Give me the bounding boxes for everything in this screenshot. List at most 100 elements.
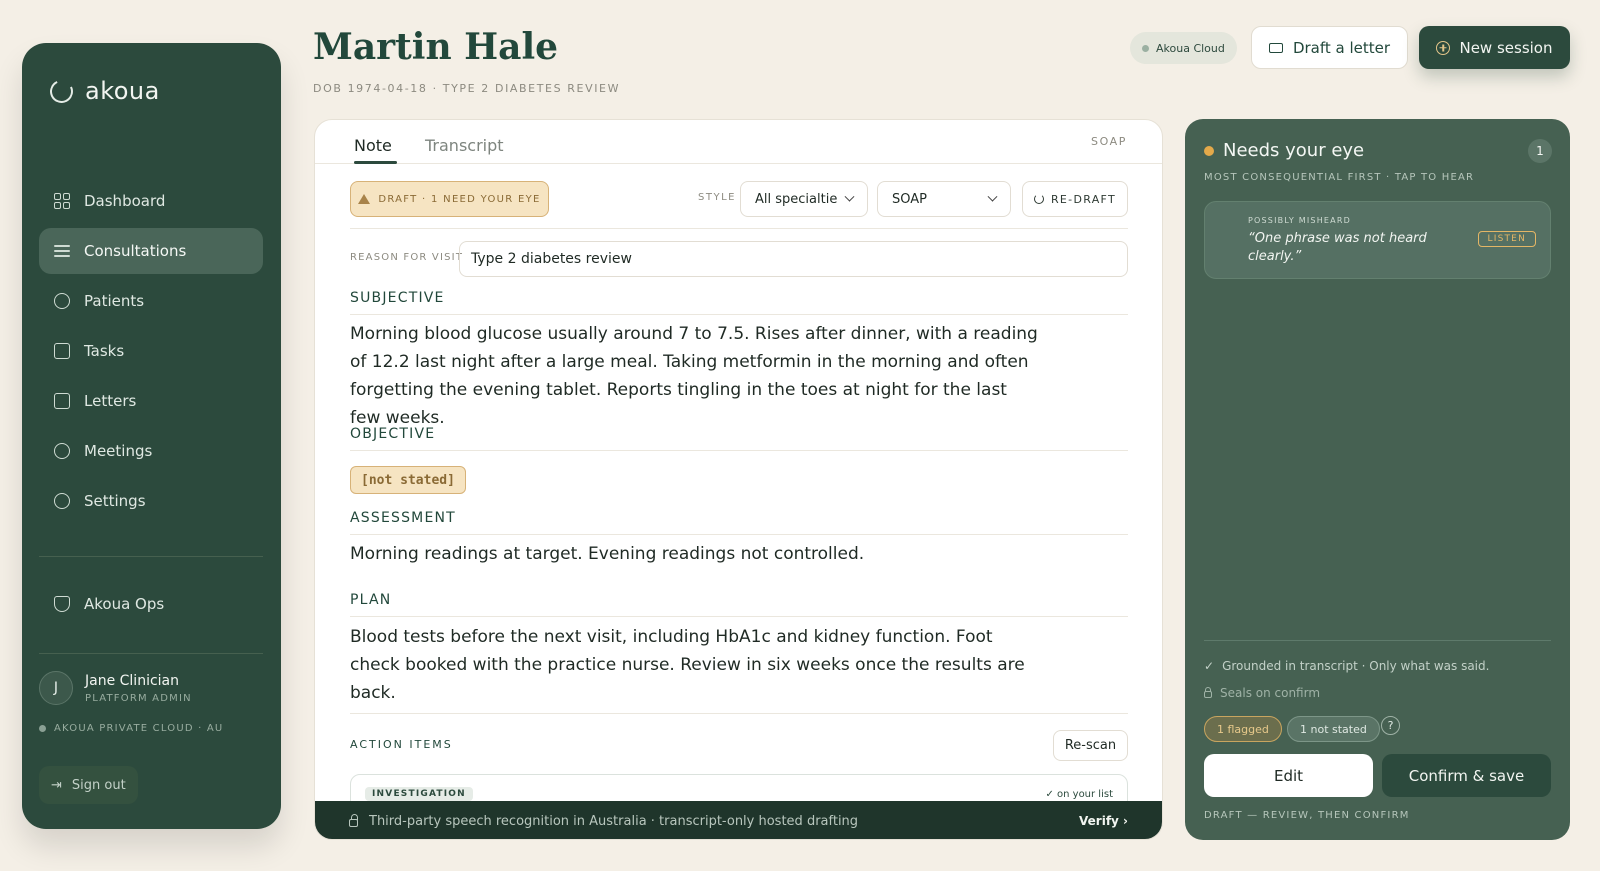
seals-note: Seals on confirm <box>1204 686 1320 700</box>
review-title: Needs your eye <box>1223 140 1365 161</box>
action-item-status: ✓ on your list <box>1045 789 1113 800</box>
privacy-footer: Third-party speech recognition in Austra… <box>315 801 1162 839</box>
new-session-label: New session <box>1459 38 1553 57</box>
cloud-dot-icon <box>1142 44 1149 52</box>
sign-out-button[interactable]: ⇥ Sign out <box>39 766 138 804</box>
cloud-status-label: AKOUA PRIVATE CLOUD · AU <box>54 723 224 734</box>
sidebar-nav: Dashboard Consultations Patients Tasks L… <box>39 178 263 528</box>
sidebar-item-akoua-ops[interactable]: Akoua Ops <box>54 595 164 613</box>
review-panel: Needs your eye 1 MOST CONSEQUENTIAL FIRS… <box>1185 119 1570 840</box>
review-count-badge: 1 <box>1528 139 1552 163</box>
assessment-heading: ASSESSMENT <box>350 510 456 526</box>
user-profile[interactable]: J Jane Clinician PLATFORM ADMIN <box>39 671 192 705</box>
not-stated-flag[interactable]: [not stated] <box>350 466 466 494</box>
subjective-heading: SUBJECTIVE <box>350 290 445 306</box>
subjective-text[interactable]: Morning blood glucose usually around 7 t… <box>350 320 1040 432</box>
attention-dot-icon <box>1204 146 1214 156</box>
flagged-chip[interactable]: 1 flagged <box>1204 716 1282 742</box>
new-session-button[interactable]: New session <box>1419 26 1570 69</box>
draft-letter-label: Draft a letter <box>1292 38 1391 57</box>
verify-link[interactable]: Verify › <box>1079 814 1128 828</box>
plan-heading: PLAN <box>350 592 392 608</box>
cloud-status: AKOUA PRIVATE CLOUD · AU <box>39 723 223 734</box>
assessment-text[interactable]: Morning readings at target. Evening read… <box>350 540 1040 568</box>
sidebar-item-label: Akoua Ops <box>84 595 165 613</box>
misheard-label: POSSIBLY MISHEARD <box>1248 216 1351 225</box>
sidebar-item-label: Meetings <box>84 442 153 460</box>
objective-heading: OBJECTIVE <box>350 426 436 442</box>
sidebar: akoua Dashboard Consultations Patients T… <box>22 43 281 829</box>
divider <box>350 616 1128 617</box>
sidebar-item-settings[interactable]: Settings <box>39 478 263 524</box>
misheard-quote: “One phrase was not heard clearly.” <box>1248 231 1427 264</box>
divider <box>350 534 1128 535</box>
check-icon: ✓ <box>1204 659 1215 673</box>
specialty-select[interactable]: All specialtie <box>740 181 868 217</box>
redraft-label: RE-DRAFT <box>1050 192 1116 206</box>
avatar: J <box>39 671 73 705</box>
shield-icon <box>54 596 70 612</box>
not-stated-chip[interactable]: 1 not stated <box>1287 716 1380 742</box>
user-name: Jane Clinician <box>85 672 180 689</box>
lock-icon <box>1204 687 1212 698</box>
edit-button[interactable]: Edit <box>1204 754 1373 797</box>
mail-icon <box>1268 42 1283 53</box>
plan-text[interactable]: Blood tests before the next visit, inclu… <box>350 623 1040 707</box>
users-icon <box>54 293 70 309</box>
divider <box>350 314 1128 315</box>
sidebar-divider <box>39 653 263 654</box>
divider <box>350 228 1128 229</box>
tab-transcript[interactable]: Transcript <box>425 136 504 155</box>
format-tag: SOAP <box>1090 135 1127 148</box>
confirm-save-button[interactable]: Confirm & save <box>1382 754 1551 797</box>
format-select[interactable]: SOAP <box>877 181 1011 217</box>
divider <box>1204 640 1551 641</box>
seals-text: Seals on confirm <box>1220 686 1321 700</box>
sidebar-divider <box>39 556 263 557</box>
plus-circle-icon <box>1436 40 1451 55</box>
listen-button[interactable]: LISTEN <box>1477 231 1536 247</box>
review-footer: DRAFT — REVIEW, THEN CONFIRM <box>1204 810 1410 821</box>
cloud-pill: Akoua Cloud <box>1130 32 1237 64</box>
sidebar-item-patients[interactable]: Patients <box>39 278 263 324</box>
privacy-footer-text: Third-party speech recognition in Austra… <box>369 813 859 829</box>
reason-for-visit-input[interactable]: Type 2 diabetes review <box>459 241 1128 277</box>
redraft-button[interactable]: RE-DRAFT <box>1022 181 1128 217</box>
action-item-tag: INVESTIGATION <box>365 787 473 801</box>
reason-label: REASON FOR VISIT <box>350 252 464 263</box>
sidebar-item-tasks[interactable]: Tasks <box>39 328 263 374</box>
sidebar-item-dashboard[interactable]: Dashboard <box>39 178 263 224</box>
app-logo[interactable]: akoua <box>46 76 160 106</box>
checkbox-icon <box>54 343 70 359</box>
sidebar-item-label: Settings <box>84 492 146 510</box>
list-icon <box>54 243 70 259</box>
misheard-item-card[interactable]: POSSIBLY MISHEARD “One phrase was not he… <box>1204 201 1551 279</box>
note-panel: Note Transcript SOAP DRAFT · 1 NEED YOUR… <box>314 119 1163 840</box>
help-icon[interactable]: ? <box>1381 716 1400 735</box>
gear-icon <box>54 493 70 509</box>
app-name: akoua <box>85 77 160 105</box>
draft-status-badge[interactable]: DRAFT · 1 NEED YOUR EYE <box>350 181 549 217</box>
format-select-value: SOAP <box>892 191 927 207</box>
chevron-down-icon <box>844 191 855 202</box>
sidebar-item-meetings[interactable]: Meetings <box>39 428 263 474</box>
tab-note[interactable]: Note <box>354 136 392 155</box>
review-subtitle: MOST CONSEQUENTIAL FIRST · TAP TO HEAR <box>1204 172 1475 183</box>
sidebar-item-label: Tasks <box>84 342 125 360</box>
sidebar-item-label: Letters <box>84 392 137 410</box>
lock-icon <box>349 814 358 827</box>
divider <box>350 713 1128 714</box>
rescan-button[interactable]: Re-scan <box>1053 730 1128 761</box>
draft-status-label: DRAFT · 1 NEED YOUR EYE <box>378 193 541 205</box>
grounded-note: ✓ Grounded in transcript · Only what was… <box>1204 659 1489 673</box>
status-dot-icon <box>39 725 46 732</box>
sidebar-item-consultations[interactable]: Consultations <box>39 228 263 274</box>
sidebar-item-letters[interactable]: Letters <box>39 378 263 424</box>
note-tabs: Note Transcript SOAP <box>315 120 1162 164</box>
draft-letter-button[interactable]: Draft a letter <box>1251 26 1408 69</box>
patient-meta: DOB 1974-04-18 · TYPE 2 DIABETES REVIEW <box>313 82 621 95</box>
specialty-select-value: All specialtie <box>755 191 838 207</box>
refresh-icon <box>1033 194 1044 204</box>
sign-out-label: Sign out <box>71 777 126 793</box>
divider <box>350 450 1128 451</box>
